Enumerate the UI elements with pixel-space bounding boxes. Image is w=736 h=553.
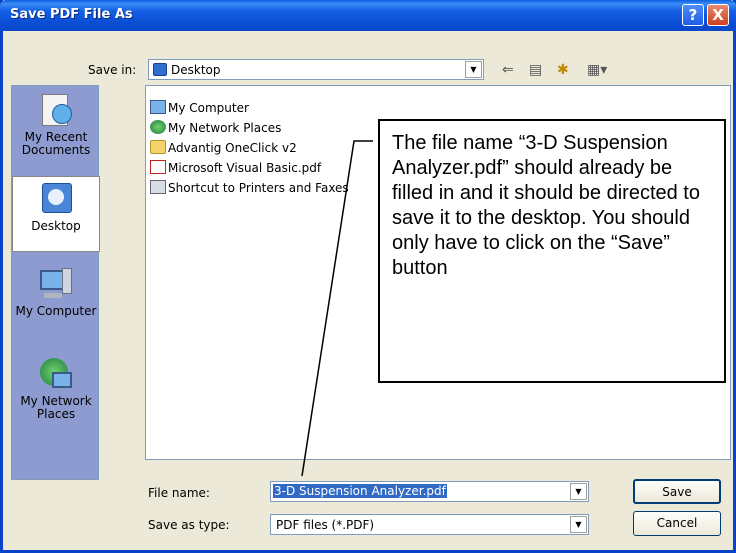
save-in-value: Desktop xyxy=(171,63,221,77)
file-name-input[interactable]: 3-D Suspension Analyzer.pdf ▼ xyxy=(270,481,589,502)
desktop-icon xyxy=(38,181,74,217)
list-item[interactable]: Microsoft Visual Basic.pdf xyxy=(150,160,321,176)
list-item[interactable]: My Network Places xyxy=(150,120,281,136)
chevron-down-icon[interactable]: ▼ xyxy=(570,516,587,533)
place-desktop[interactable]: Desktop xyxy=(12,176,100,252)
printers-icon xyxy=(150,180,166,194)
view-menu-icon[interactable]: ▦▾ xyxy=(587,62,607,78)
file-name-text: My Computer xyxy=(168,101,249,115)
new-folder-icon[interactable]: ✱ xyxy=(557,62,569,78)
desktop-icon xyxy=(153,63,167,76)
place-label: Desktop xyxy=(31,219,81,233)
chevron-down-icon[interactable]: ▼ xyxy=(570,483,587,500)
title-bar[interactable]: Save PDF File As ? X xyxy=(0,0,736,31)
back-arrow-icon[interactable]: ⇐ xyxy=(502,62,514,78)
save-as-type-value: PDF files (*.PDF) xyxy=(276,518,375,532)
close-button[interactable]: X xyxy=(707,4,729,26)
file-name-text: My Network Places xyxy=(168,121,282,135)
places-bar: My Recent Documents Desktop My Computer … xyxy=(11,85,100,480)
network-places-icon xyxy=(150,120,166,134)
my-computer-icon xyxy=(150,100,166,114)
network-places-icon xyxy=(38,356,74,392)
file-name-value[interactable]: 3-D Suspension Analyzer.pdf xyxy=(273,484,447,498)
annotation-callout: The file name “3-D Suspension Analyzer.p… xyxy=(378,119,726,383)
save-pdf-dialog: Save PDF File As ? X Save in: Desktop ▼ … xyxy=(0,0,736,553)
save-in-dropdown[interactable]: Desktop ▼ xyxy=(148,59,484,80)
save-as-type-label: Save as type: xyxy=(148,518,230,532)
pdf-icon xyxy=(150,160,166,174)
place-recent-documents[interactable]: My Recent Documents xyxy=(12,92,100,157)
place-my-computer[interactable]: My Computer xyxy=(12,266,100,318)
place-label: My Computer xyxy=(15,304,97,318)
window-title: Save PDF File As xyxy=(10,7,133,22)
up-folder-icon[interactable]: ▤ xyxy=(529,62,542,78)
save-in-label: Save in: xyxy=(88,63,137,77)
place-label: My Recent Documents xyxy=(21,130,91,157)
place-network[interactable]: My Network Places xyxy=(12,356,100,421)
list-item[interactable]: Shortcut to Printers and Faxes xyxy=(150,180,349,196)
file-name-text: Advantig OneClick v2 xyxy=(168,141,297,155)
recent-documents-icon xyxy=(38,92,74,128)
help-button[interactable]: ? xyxy=(682,4,704,26)
list-item[interactable]: My Computer xyxy=(150,100,249,116)
list-item[interactable]: Advantig OneClick v2 xyxy=(150,140,297,156)
cancel-button[interactable]: Cancel xyxy=(633,511,721,536)
save-as-type-dropdown[interactable]: PDF files (*.PDF) ▼ xyxy=(270,514,589,535)
folder-icon xyxy=(150,140,166,154)
file-name-text: Microsoft Visual Basic.pdf xyxy=(168,161,322,175)
file-name-text: Shortcut to Printers and Faxes xyxy=(168,181,349,195)
place-label: My Network Places xyxy=(20,394,92,421)
my-computer-icon xyxy=(38,266,74,302)
chevron-down-icon[interactable]: ▼ xyxy=(465,61,482,78)
save-button[interactable]: Save xyxy=(633,479,721,504)
file-name-label: File name: xyxy=(148,486,210,500)
